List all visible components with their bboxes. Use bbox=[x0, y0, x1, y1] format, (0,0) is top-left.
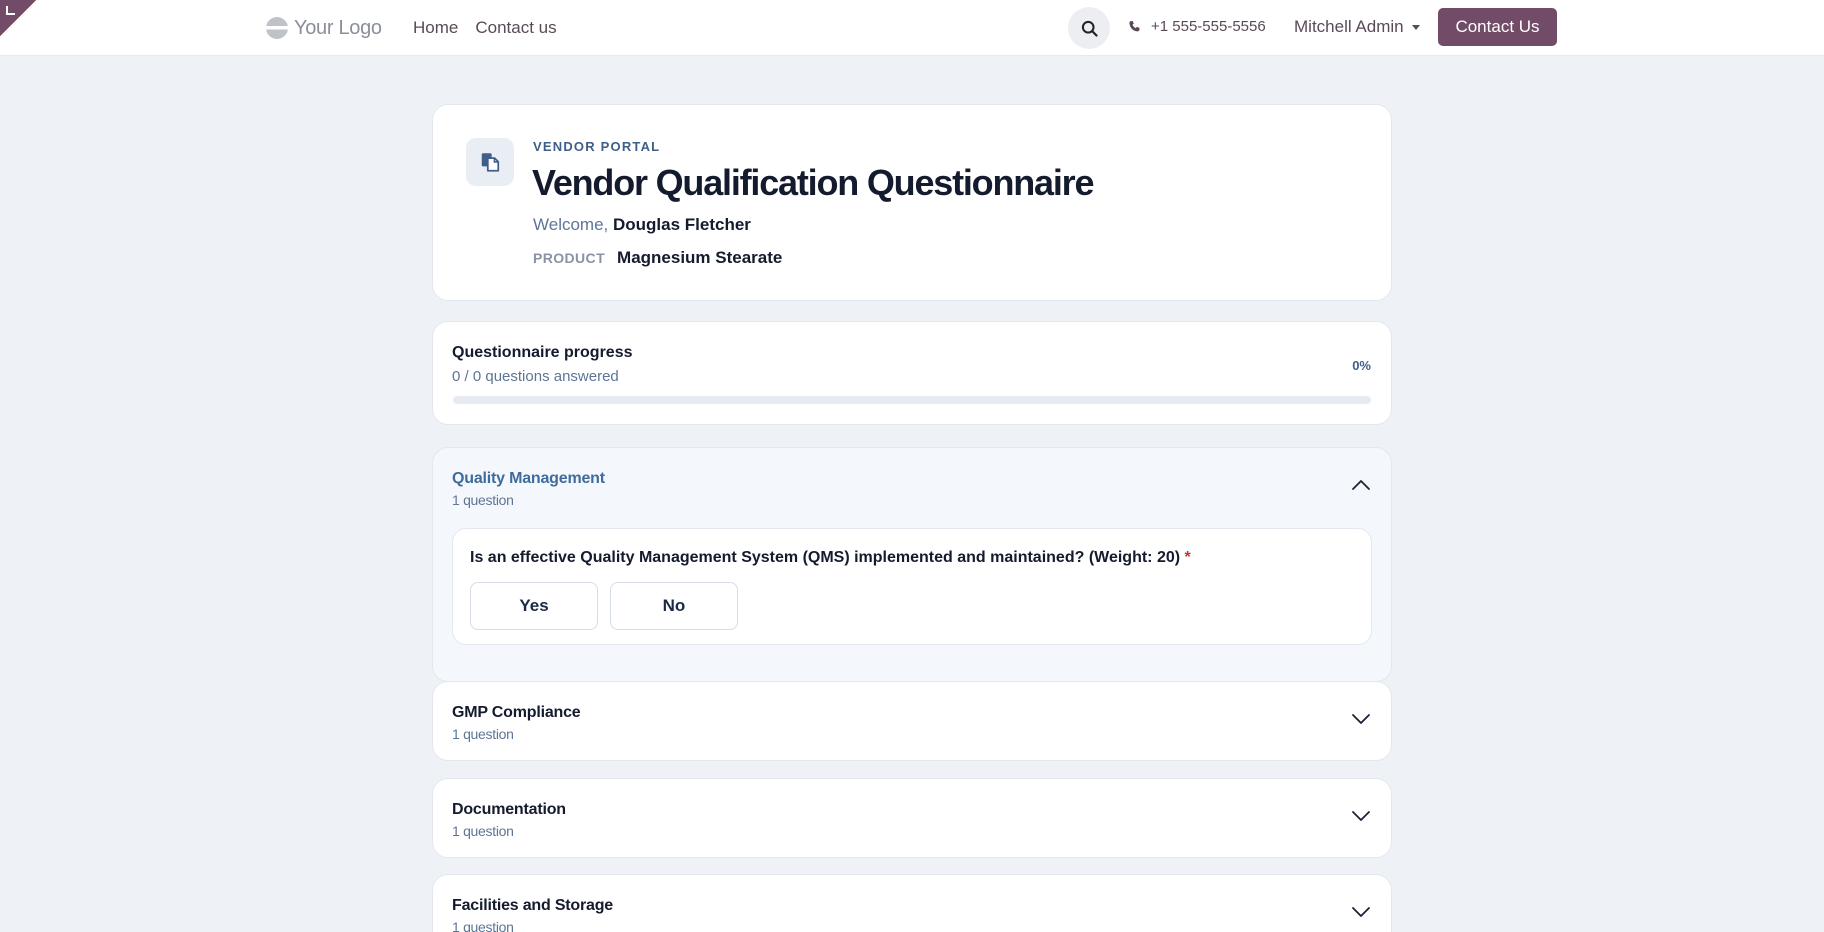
vendor-contact-name: Douglas Fletcher bbox=[613, 215, 751, 234]
question-label: Is an effective Quality Management Syste… bbox=[470, 549, 1181, 566]
required-marker: * bbox=[1184, 549, 1191, 566]
caret-down-icon bbox=[1411, 24, 1420, 30]
search-icon bbox=[1081, 20, 1098, 37]
phone-link[interactable]: +1 555-555-5556 bbox=[1128, 18, 1266, 35]
section-header[interactable]: Quality Management 1 question bbox=[433, 448, 1391, 526]
progress-card: Questionnaire progress 0 / 0 questions a… bbox=[432, 321, 1392, 425]
contact-us-button[interactable]: Contact Us bbox=[1438, 8, 1557, 46]
edit-corner-ribbon[interactable] bbox=[0, 0, 36, 36]
chevron-up-icon bbox=[1352, 480, 1370, 490]
answer-yes-button[interactable]: Yes bbox=[470, 582, 598, 630]
nav-contact-link[interactable]: Contact us bbox=[475, 18, 556, 38]
progress-bar bbox=[453, 396, 1371, 404]
top-navbar: Your Logo Home Contact us +1 555-555-555… bbox=[0, 0, 1824, 56]
portal-eyebrow: VENDOR PORTAL bbox=[533, 139, 661, 154]
logo-mark-icon bbox=[266, 17, 288, 39]
question-card: Is an effective Quality Management Syste… bbox=[452, 528, 1372, 645]
progress-title: Questionnaire progress bbox=[452, 344, 633, 361]
product-row: PRODUCT Magnesium Stearate bbox=[533, 248, 782, 268]
page-title: Vendor Qualification Questionnaire bbox=[532, 162, 1095, 203]
section-title: Documentation bbox=[452, 801, 566, 818]
section-title: Facilities and Storage bbox=[452, 897, 613, 914]
phone-icon bbox=[1129, 20, 1140, 32]
questionnaire-header-card: VENDOR PORTAL Vendor Qualification Quest… bbox=[432, 104, 1392, 301]
document-copy-icon bbox=[466, 138, 514, 186]
section-gmp-compliance: GMP Compliance 1 question bbox=[432, 681, 1392, 761]
section-title: Quality Management bbox=[452, 470, 605, 487]
section-question-count: 1 question bbox=[452, 492, 514, 508]
user-name: Mitchell Admin bbox=[1294, 17, 1404, 36]
answer-options: Yes No bbox=[470, 582, 738, 630]
section-question-count: 1 question bbox=[452, 726, 514, 742]
section-header[interactable]: Documentation 1 question bbox=[433, 779, 1391, 857]
section-facilities-and-storage: Facilities and Storage 1 question bbox=[432, 874, 1392, 932]
search-button[interactable] bbox=[1068, 7, 1110, 49]
phone-number: +1 555-555-5556 bbox=[1151, 18, 1266, 35]
product-label: PRODUCT bbox=[533, 250, 606, 266]
section-title: GMP Compliance bbox=[452, 704, 581, 721]
logo-text: Your Logo bbox=[294, 16, 382, 39]
chevron-down-icon bbox=[1352, 811, 1370, 821]
site-logo[interactable]: Your Logo bbox=[266, 14, 382, 42]
welcome-line: Welcome, Douglas Fletcher bbox=[533, 215, 751, 235]
progress-subtitle: 0 / 0 questions answered bbox=[452, 368, 619, 385]
section-documentation: Documentation 1 question bbox=[432, 778, 1392, 858]
chevron-down-icon bbox=[1352, 907, 1370, 917]
question-text: Is an effective Quality Management Syste… bbox=[470, 549, 1191, 567]
section-question-count: 1 question bbox=[452, 823, 514, 839]
answer-no-button[interactable]: No bbox=[610, 582, 738, 630]
user-menu-dropdown[interactable]: Mitchell Admin bbox=[1294, 17, 1420, 37]
main-nav: Home Contact us bbox=[413, 18, 557, 38]
progress-percent: 0% bbox=[1352, 358, 1371, 373]
section-header[interactable]: Facilities and Storage 1 question bbox=[433, 875, 1391, 932]
chevron-down-icon bbox=[1352, 714, 1370, 724]
corner-mark-icon bbox=[6, 6, 15, 15]
nav-home-link[interactable]: Home bbox=[413, 18, 458, 38]
product-value: Magnesium Stearate bbox=[617, 248, 783, 267]
section-question-count: 1 question bbox=[452, 919, 514, 932]
welcome-prefix: Welcome, bbox=[533, 215, 609, 234]
section-header[interactable]: GMP Compliance 1 question bbox=[433, 682, 1391, 760]
section-quality-management: Quality Management 1 question Is an effe… bbox=[432, 447, 1392, 682]
